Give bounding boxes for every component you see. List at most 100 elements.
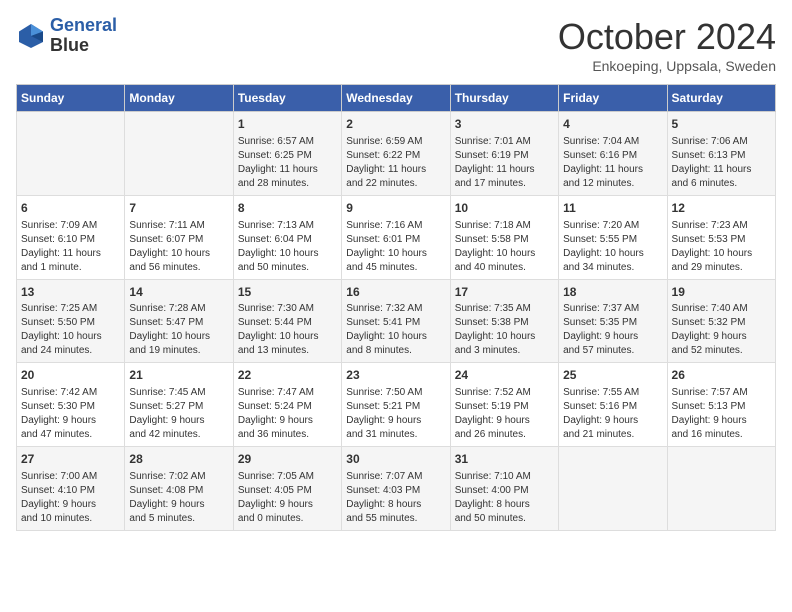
day-info: Sunrise: 7:07 AM Sunset: 4:03 PM Dayligh… [346,470,445,526]
day-number: 10 [455,200,554,217]
weekday-header-cell: Saturday [667,85,775,112]
day-number: 1 [238,116,337,133]
day-number: 26 [672,367,771,384]
day-info: Sunrise: 7:09 AM Sunset: 6:10 PM Dayligh… [21,219,120,275]
day-number: 9 [346,200,445,217]
day-number: 7 [129,200,228,217]
weekday-header-cell: Monday [125,85,233,112]
calendar-day-cell: 22 Sunrise: 7:47 AM Sunset: 5:24 PM Dayli… [233,363,341,447]
day-number: 31 [455,451,554,468]
day-info: Sunrise: 7:32 AM Sunset: 5:41 PM Dayligh… [346,302,445,358]
weekday-header-row: SundayMondayTuesdayWednesdayThursdayFrid… [17,85,776,112]
day-info: Sunrise: 7:20 AM Sunset: 5:55 PM Dayligh… [563,219,662,275]
day-number: 16 [346,284,445,301]
calendar-day-cell: 18Sunrise: 7:37 AM Sunset: 5:35 PM Dayli… [559,279,667,363]
day-number: 2 [346,116,445,133]
day-info: Sunrise: 7:50 AM Sunset: 5:21 PM Dayligh… [346,386,445,442]
day-info: Sunrise: 7:18 AM Sunset: 5:58 PM Dayligh… [455,219,554,275]
calendar-day-cell: 13Sunrise: 7:25 AM Sunset: 5:50 PM Dayli… [17,279,125,363]
calendar-week-row: 13Sunrise: 7:25 AM Sunset: 5:50 PM Dayli… [17,279,776,363]
calendar-week-row: 27 Sunrise: 7:00 AM Sunset: 4:10 PM Dayli… [17,447,776,531]
day-info: Sunrise: 7:40 AM Sunset: 5:32 PM Dayligh… [672,302,771,358]
calendar-day-cell [17,112,125,196]
calendar-day-cell: 9 Sunrise: 7:16 AM Sunset: 6:01 PM Daylig… [342,195,450,279]
day-info: Sunrise: 7:23 AM Sunset: 5:53 PM Dayligh… [672,219,771,275]
day-number: 21 [129,367,228,384]
day-info: Sunrise: 7:02 AM Sunset: 4:08 PM Dayligh… [129,470,228,526]
day-info: Sunrise: 7:16 AM Sunset: 6:01 PM Dayligh… [346,219,445,275]
day-number: 17 [455,284,554,301]
calendar-day-cell: 14Sunrise: 7:28 AM Sunset: 5:47 PM Dayli… [125,279,233,363]
day-number: 14 [129,284,228,301]
calendar-week-row: 6Sunrise: 7:09 AM Sunset: 6:10 PM Daylig… [17,195,776,279]
calendar-day-cell: 10 Sunrise: 7:18 AM Sunset: 5:58 PM Dayli… [450,195,558,279]
weekday-header-cell: Thursday [450,85,558,112]
day-number: 11 [563,200,662,217]
calendar-day-cell: 23 Sunrise: 7:50 AM Sunset: 5:21 PM Dayli… [342,363,450,447]
calendar-day-cell: 12Sunrise: 7:23 AM Sunset: 5:53 PM Dayli… [667,195,775,279]
day-number: 13 [21,284,120,301]
day-info: Sunrise: 7:13 AM Sunset: 6:04 PM Dayligh… [238,219,337,275]
calendar-day-cell: 8 Sunrise: 7:13 AM Sunset: 6:04 PM Daylig… [233,195,341,279]
calendar-day-cell: 2 Sunrise: 6:59 AM Sunset: 6:22 PM Daylig… [342,112,450,196]
calendar-day-cell: 1Sunrise: 6:57 AM Sunset: 6:25 PM Daylig… [233,112,341,196]
calendar-day-cell: 7 Sunrise: 7:11 AM Sunset: 6:07 PM Daylig… [125,195,233,279]
title-section: October 2024 Enkoeping, Uppsala, Sweden [558,16,776,74]
weekday-header-cell: Tuesday [233,85,341,112]
calendar-day-cell: 16Sunrise: 7:32 AM Sunset: 5:41 PM Dayli… [342,279,450,363]
calendar-day-cell: 6Sunrise: 7:09 AM Sunset: 6:10 PM Daylig… [17,195,125,279]
day-number: 23 [346,367,445,384]
day-info: Sunrise: 7:47 AM Sunset: 5:24 PM Dayligh… [238,386,337,442]
calendar-day-cell: 25 Sunrise: 7:55 AM Sunset: 5:16 PM Dayli… [559,363,667,447]
calendar-day-cell [667,447,775,531]
day-number: 5 [672,116,771,133]
day-info: Sunrise: 7:30 AM Sunset: 5:44 PM Dayligh… [238,302,337,358]
location-subtitle: Enkoeping, Uppsala, Sweden [558,58,776,74]
day-number: 22 [238,367,337,384]
calendar-day-cell: 17Sunrise: 7:35 AM Sunset: 5:38 PM Dayli… [450,279,558,363]
calendar-day-cell: 20Sunrise: 7:42 AM Sunset: 5:30 PM Dayli… [17,363,125,447]
logo-icon [16,21,46,51]
calendar-day-cell [559,447,667,531]
day-info: Sunrise: 7:10 AM Sunset: 4:00 PM Dayligh… [455,470,554,526]
day-info: Sunrise: 7:57 AM Sunset: 5:13 PM Dayligh… [672,386,771,442]
calendar-day-cell: 30Sunrise: 7:07 AM Sunset: 4:03 PM Dayli… [342,447,450,531]
calendar-day-cell [125,112,233,196]
calendar-day-cell: 11 Sunrise: 7:20 AM Sunset: 5:55 PM Dayli… [559,195,667,279]
day-info: Sunrise: 7:45 AM Sunset: 5:27 PM Dayligh… [129,386,228,442]
day-info: Sunrise: 7:01 AM Sunset: 6:19 PM Dayligh… [455,135,554,191]
day-number: 19 [672,284,771,301]
calendar-day-cell: 19Sunrise: 7:40 AM Sunset: 5:32 PM Dayli… [667,279,775,363]
day-info: Sunrise: 7:06 AM Sunset: 6:13 PM Dayligh… [672,135,771,191]
day-info: Sunrise: 7:42 AM Sunset: 5:30 PM Dayligh… [21,386,120,442]
day-info: Sunrise: 7:00 AM Sunset: 4:10 PM Dayligh… [21,470,120,526]
calendar-table: SundayMondayTuesdayWednesdayThursdayFrid… [16,84,776,531]
calendar-week-row: 1Sunrise: 6:57 AM Sunset: 6:25 PM Daylig… [17,112,776,196]
month-title: October 2024 [558,16,776,58]
day-number: 3 [455,116,554,133]
day-info: Sunrise: 7:05 AM Sunset: 4:05 PM Dayligh… [238,470,337,526]
day-info: Sunrise: 7:55 AM Sunset: 5:16 PM Dayligh… [563,386,662,442]
calendar-day-cell: 3 Sunrise: 7:01 AM Sunset: 6:19 PM Daylig… [450,112,558,196]
day-number: 24 [455,367,554,384]
day-info: Sunrise: 6:59 AM Sunset: 6:22 PM Dayligh… [346,135,445,191]
calendar-day-cell: 24 Sunrise: 7:52 AM Sunset: 5:19 PM Dayli… [450,363,558,447]
calendar-day-cell: 21 Sunrise: 7:45 AM Sunset: 5:27 PM Dayli… [125,363,233,447]
logo-text: General Blue [50,16,117,56]
day-number: 25 [563,367,662,384]
day-number: 29 [238,451,337,468]
calendar-day-cell: 31 Sunrise: 7:10 AM Sunset: 4:00 PM Dayli… [450,447,558,531]
day-info: Sunrise: 7:11 AM Sunset: 6:07 PM Dayligh… [129,219,228,275]
day-number: 27 [21,451,120,468]
calendar-day-cell: 15Sunrise: 7:30 AM Sunset: 5:44 PM Dayli… [233,279,341,363]
day-number: 8 [238,200,337,217]
day-info: Sunrise: 7:52 AM Sunset: 5:19 PM Dayligh… [455,386,554,442]
weekday-header-cell: Wednesday [342,85,450,112]
day-number: 15 [238,284,337,301]
day-info: Sunrise: 7:25 AM Sunset: 5:50 PM Dayligh… [21,302,120,358]
day-info: Sunrise: 7:04 AM Sunset: 6:16 PM Dayligh… [563,135,662,191]
day-info: Sunrise: 7:28 AM Sunset: 5:47 PM Dayligh… [129,302,228,358]
calendar-day-cell: 29 Sunrise: 7:05 AM Sunset: 4:05 PM Dayli… [233,447,341,531]
weekday-header-cell: Friday [559,85,667,112]
calendar-day-cell: 26 Sunrise: 7:57 AM Sunset: 5:13 PM Dayli… [667,363,775,447]
